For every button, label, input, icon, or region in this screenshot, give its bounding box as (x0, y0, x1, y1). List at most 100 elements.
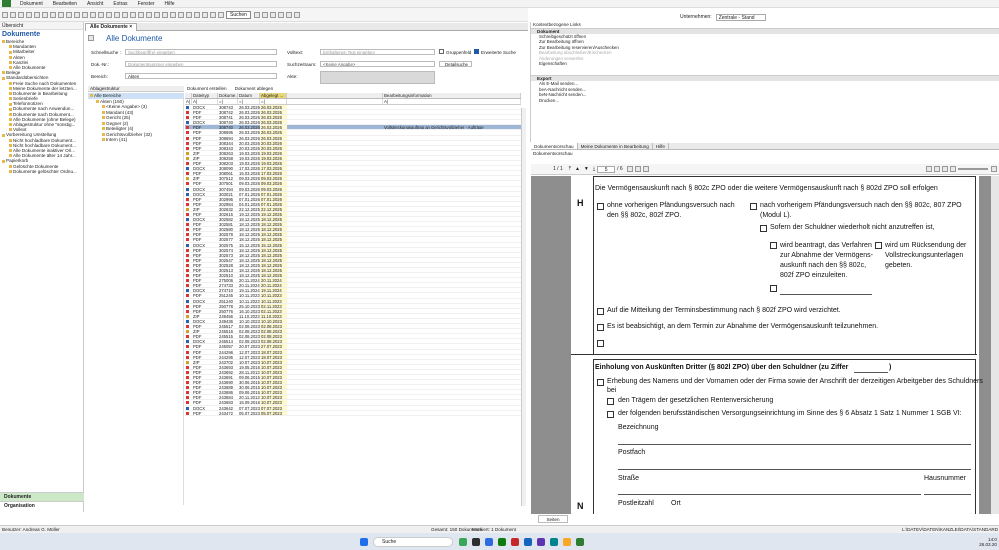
properties-icon[interactable] (170, 11, 176, 18)
tools-icon[interactable] (253, 11, 260, 18)
clock[interactable]: 14:0 26.03.20 (979, 537, 997, 547)
first-page-icon[interactable]: ⤒ (569, 166, 571, 172)
menu-extras[interactable]: Extras (108, 1, 132, 7)
checkout-icon[interactable] (106, 11, 112, 18)
gruppenfeld-checkbox[interactable] (439, 49, 444, 54)
app-icon-6[interactable] (524, 537, 532, 546)
copy-icon[interactable] (42, 11, 48, 18)
taskbar-search[interactable]: Suche (373, 536, 453, 547)
zoom-icon[interactable] (634, 166, 641, 172)
archive-icon[interactable] (269, 11, 276, 18)
new-icon[interactable] (2, 11, 8, 18)
app-icon-3[interactable] (485, 537, 493, 546)
list-icon[interactable] (146, 11, 152, 18)
last-page-icon[interactable]: ⤓ (593, 166, 595, 172)
sort-icon[interactable] (202, 11, 208, 18)
save-icon[interactable] (18, 11, 24, 18)
redo-icon[interactable] (82, 11, 88, 18)
filter-cell[interactable]: =| (218, 99, 238, 104)
prev-page-icon[interactable]: ▲ (575, 166, 580, 172)
zoom-out-icon[interactable] (950, 166, 956, 172)
search-button[interactable]: Suchen (226, 10, 251, 19)
zoom-slider[interactable] (958, 168, 988, 170)
close-icon[interactable]: × (129, 24, 132, 30)
opt-nach-checkbox[interactable] (750, 203, 757, 210)
menu-ansicht[interactable]: Ansicht (82, 1, 108, 7)
bereich-select[interactable]: Akten (125, 73, 277, 79)
tile-icon[interactable] (186, 11, 192, 18)
column-header[interactable]: Dokume... (218, 93, 238, 98)
delete-icon[interactable] (66, 11, 72, 18)
nav-organisation-button[interactable]: Organisation (0, 501, 84, 510)
column-header[interactable]: Dateityp (192, 93, 218, 98)
calendar-icon[interactable] (277, 11, 284, 18)
filter-cell[interactable] (287, 99, 383, 104)
tab-dokumentvorschau[interactable]: Dokumentvorschau (531, 143, 578, 149)
image-icon[interactable] (130, 11, 136, 18)
zoom-in-icon[interactable] (991, 166, 997, 172)
search-icon[interactable] (642, 166, 649, 172)
column-header[interactable] (185, 93, 192, 98)
erweiterte-suche-checkbox[interactable] (474, 49, 479, 54)
menu-bearbeiten[interactable]: Bearbeiten (48, 1, 82, 7)
schnellsuche-input[interactable]: Suchbegriff(e) eingeben (125, 49, 277, 55)
app-icon-10[interactable] (576, 537, 584, 546)
table-icon[interactable] (154, 11, 160, 18)
filter-cell[interactable]: =| (238, 99, 260, 104)
filter-icon[interactable] (194, 11, 200, 18)
table-row[interactable]: PDF 243472 05.07.2023 05.07.2023 (185, 410, 521, 416)
help-icon[interactable] (293, 11, 300, 18)
opt-ohne-checkbox[interactable] (597, 203, 604, 210)
tab-alle-dokumente[interactable]: Alle Dokumente × (85, 23, 138, 31)
page-input[interactable]: 5 (597, 165, 616, 173)
tab-meine-dokumente[interactable]: Meine Dokumente in Bearbeitung (578, 143, 653, 149)
context-link[interactable]: Drucken... (531, 98, 999, 103)
refresh-icon[interactable] (162, 11, 168, 18)
volltext-input[interactable]: Enthaltenen Text eingeben (320, 49, 435, 55)
fit-page-icon[interactable] (934, 166, 940, 172)
column-header[interactable]: Bearbeitungsinformation (383, 93, 521, 98)
opt-leer-checkbox[interactable] (770, 285, 777, 292)
app-icon-1[interactable] (459, 537, 467, 546)
opt-verfahren-checkbox[interactable] (770, 242, 777, 249)
undo-icon[interactable] (74, 11, 80, 18)
app-icon-2[interactable] (472, 537, 480, 546)
filter-cell[interactable]: A| (383, 99, 521, 104)
column-icon[interactable] (210, 11, 216, 18)
print-icon[interactable] (26, 11, 32, 18)
tools-icon[interactable] (926, 166, 932, 172)
preview-icon[interactable] (218, 11, 224, 18)
seiten-tab[interactable]: Seiten (538, 515, 568, 523)
link-icon[interactable] (114, 11, 120, 18)
scan-icon[interactable] (122, 11, 128, 18)
windows-start-icon[interactable] (360, 537, 368, 546)
app-icon-4[interactable] (498, 537, 506, 546)
nav-item[interactable]: Dokumente gelöschter Ordnu... (0, 169, 83, 174)
akte-input[interactable] (320, 71, 435, 84)
filter-cell[interactable]: A| (192, 99, 218, 104)
versorgung-checkbox[interactable] (607, 411, 614, 418)
next-page-icon[interactable]: ▼ (584, 166, 589, 172)
table-scrollbar[interactable] (521, 108, 526, 506)
company-select[interactable]: Zentrale - Stand (715, 13, 766, 21)
preview-scrollbar[interactable] (991, 176, 999, 514)
column-header[interactable] (287, 93, 383, 98)
leer-checkbox[interactable] (597, 340, 604, 347)
menu-hilfe[interactable]: Hilfe (160, 1, 180, 7)
mitteilung-checkbox[interactable] (597, 308, 604, 315)
edit-icon[interactable] (90, 11, 96, 18)
detailsuche-button[interactable]: Detailsuche (439, 61, 472, 67)
app-icon-9[interactable] (563, 537, 571, 546)
cut-icon[interactable] (50, 11, 56, 18)
filter-cell[interactable]: =| (260, 99, 287, 104)
termin-checkbox[interactable] (597, 324, 604, 331)
app-icon-5[interactable] (511, 537, 519, 546)
opt-ruecksendung-checkbox[interactable] (875, 242, 882, 249)
app-icon-7[interactable] (537, 537, 545, 546)
mail-icon[interactable] (34, 11, 40, 18)
print-icon[interactable] (626, 166, 633, 172)
open-icon[interactable] (10, 11, 16, 18)
menu-fenster[interactable]: Fenster (133, 1, 160, 7)
export-icon[interactable] (261, 11, 268, 18)
column-header[interactable]: Datum (238, 93, 260, 98)
